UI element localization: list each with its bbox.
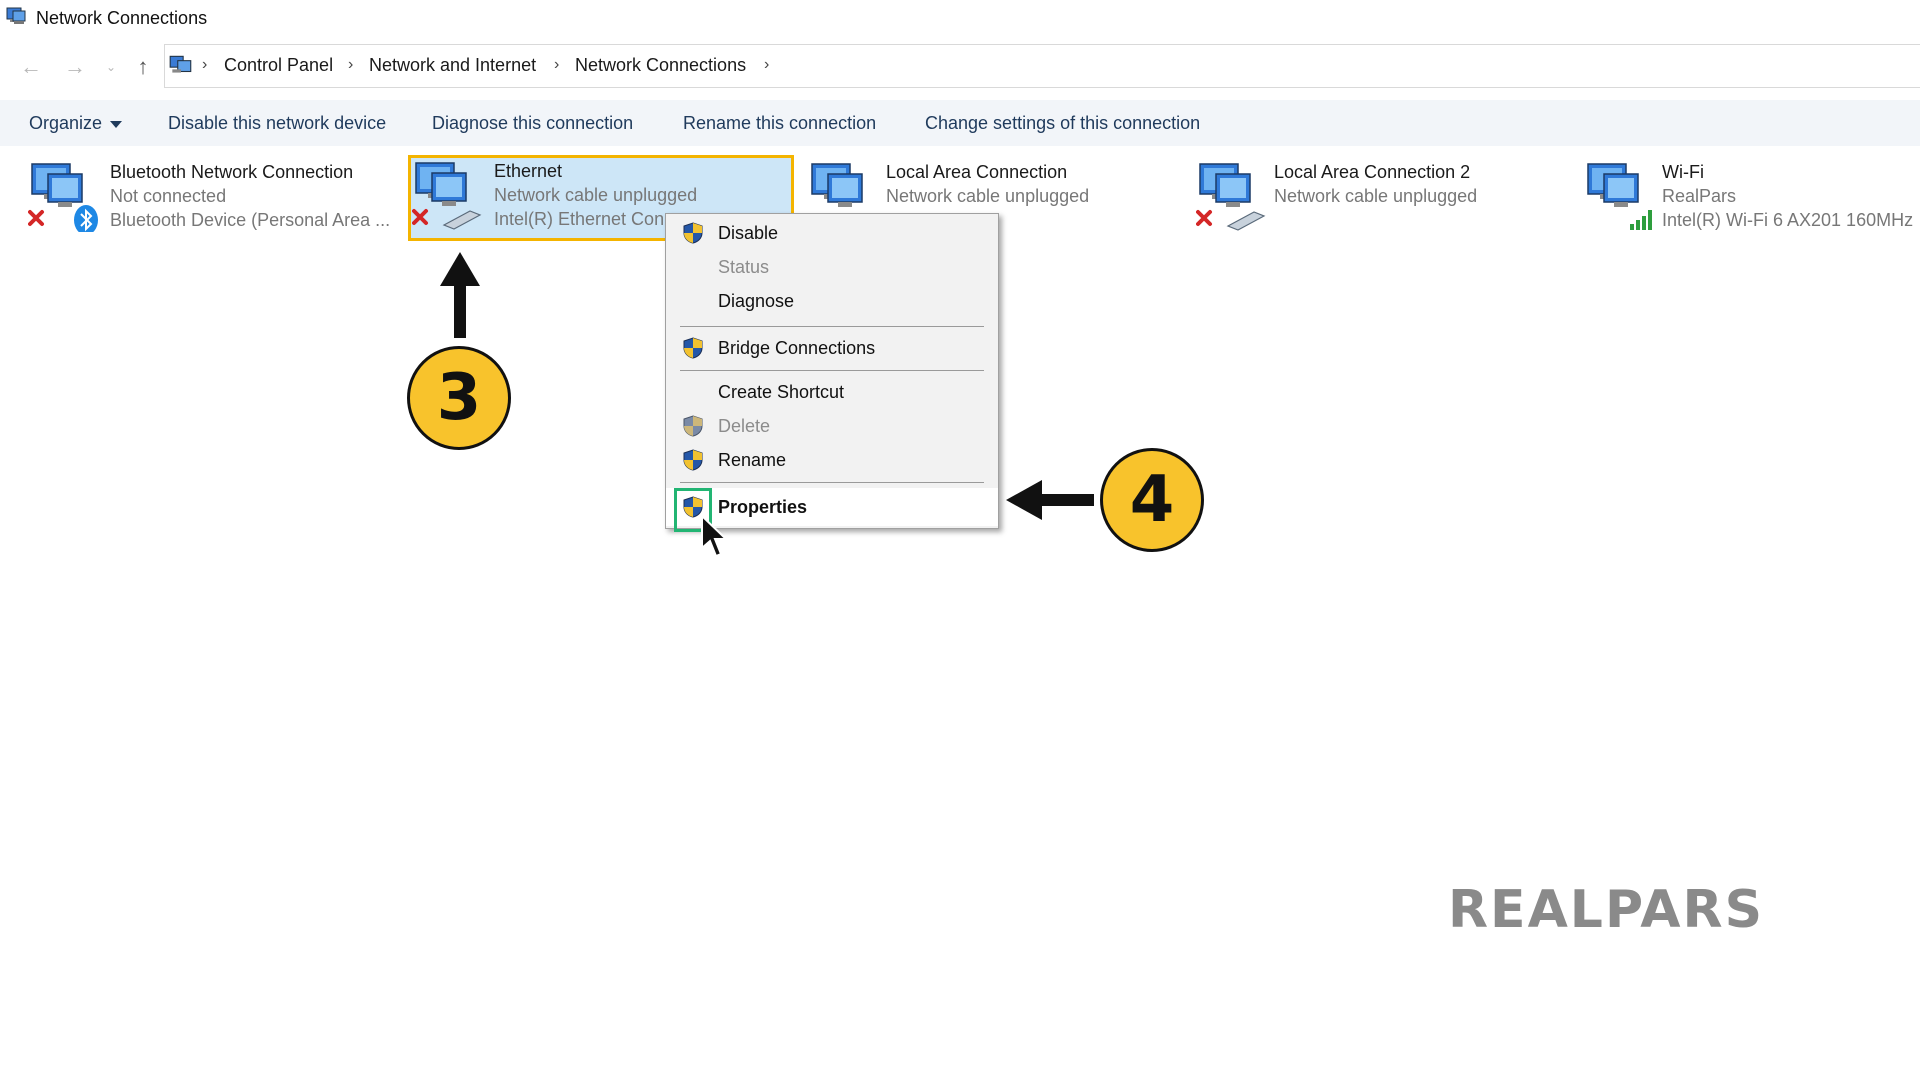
connection-status: RealPars bbox=[1662, 186, 1737, 206]
menu-item-label: Disable bbox=[718, 223, 779, 243]
breadcrumb-chevron-icon[interactable]: › bbox=[554, 56, 559, 74]
context-menu: Disable Status Diagnose Bridge Connectio… bbox=[665, 213, 999, 532]
menu-item-rename[interactable]: Rename bbox=[666, 444, 998, 476]
back-arrow-icon[interactable]: ← bbox=[18, 54, 44, 80]
menu-separator bbox=[680, 370, 984, 371]
address-row: ← → ⌄ ↑ › Control Panel › Network and In… bbox=[0, 44, 1920, 90]
connection-name: Ethernet bbox=[494, 161, 563, 181]
connection-name: Wi-Fi bbox=[1662, 162, 1704, 182]
menu-item-label: Status bbox=[718, 257, 770, 277]
disable-device-button[interactable]: Disable this network device bbox=[168, 113, 386, 134]
connection-status: Network cable unplugged bbox=[886, 186, 1090, 206]
menu-item-label: Properties bbox=[718, 497, 808, 517]
recent-locations-chevron-icon[interactable]: ⌄ bbox=[98, 54, 124, 80]
menu-item-label: Bridge Connections bbox=[718, 338, 876, 358]
lan-network-icon bbox=[1196, 163, 1266, 231]
connection-status: Network cable unplugged bbox=[1274, 186, 1478, 206]
menu-item-diagnose[interactable]: Diagnose bbox=[666, 285, 998, 317]
connection-item-local-area-2[interactable]: Local Area Connection 2 Network cable un… bbox=[1192, 156, 1562, 242]
mouse-cursor-icon bbox=[701, 514, 729, 558]
organize-button[interactable]: Organize bbox=[29, 113, 123, 134]
dropdown-caret-icon bbox=[110, 120, 123, 128]
menu-item-bridge-connections[interactable]: Bridge Connections bbox=[666, 332, 998, 364]
breadcrumb-control-panel[interactable]: Control Panel bbox=[224, 55, 333, 76]
connection-name: Local Area Connection bbox=[886, 162, 1068, 182]
up-arrow-icon[interactable]: ↑ bbox=[130, 54, 156, 80]
uac-shield-icon bbox=[683, 222, 703, 244]
breadcrumb-chevron-icon[interactable]: › bbox=[764, 56, 769, 74]
uac-shield-icon bbox=[683, 449, 703, 471]
connection-status: Not connected bbox=[110, 186, 227, 206]
ethernet-network-icon bbox=[412, 162, 482, 230]
connection-device: Intel(R) Ethernet Con bbox=[494, 209, 665, 229]
uac-shield-icon bbox=[683, 337, 703, 359]
breadcrumb-network-and-internet[interactable]: Network and Internet bbox=[369, 55, 536, 76]
realpars-watermark: REALPARS bbox=[1448, 880, 1765, 940]
bluetooth-network-icon bbox=[28, 163, 98, 232]
window-title: Network Connections bbox=[36, 8, 208, 28]
menu-separator bbox=[680, 482, 984, 483]
connection-name: Bluetooth Network Connection bbox=[110, 162, 354, 182]
change-settings-button[interactable]: Change settings of this connection bbox=[925, 113, 1200, 134]
menu-item-disable[interactable]: Disable bbox=[666, 217, 998, 249]
connection-device: Intel(R) Wi-Fi 6 AX201 160MHz bbox=[1662, 210, 1914, 230]
organize-label: Organize bbox=[29, 113, 103, 133]
step-4-badge: 4 bbox=[1100, 448, 1204, 552]
menu-separator bbox=[680, 326, 984, 327]
menu-item-status[interactable]: Status bbox=[666, 251, 998, 283]
connection-item-bluetooth[interactable]: Bluetooth Network Connection Not connect… bbox=[24, 156, 394, 242]
title-bar: Network Connections bbox=[0, 0, 1920, 40]
command-bar: Organize Disable this network device Dia… bbox=[0, 100, 1920, 146]
breadcrumb-network-connections[interactable]: Network Connections bbox=[575, 55, 746, 76]
connection-device: Bluetooth Device (Personal Area ... bbox=[110, 210, 391, 230]
uac-shield-icon bbox=[683, 415, 703, 437]
step-3-badge: 3 bbox=[407, 346, 511, 450]
menu-item-create-shortcut[interactable]: Create Shortcut bbox=[666, 376, 998, 408]
connection-status: Network cable unplugged bbox=[494, 185, 698, 205]
rename-connection-button[interactable]: Rename this connection bbox=[683, 113, 876, 134]
connection-item-wifi[interactable]: Wi-Fi RealPars Intel(R) Wi-Fi 6 AX201 16… bbox=[1580, 156, 1920, 242]
wifi-network-icon bbox=[1587, 163, 1652, 230]
menu-item-delete[interactable]: Delete bbox=[666, 410, 998, 442]
forward-arrow-icon[interactable]: → bbox=[62, 54, 88, 80]
menu-item-label: Delete bbox=[718, 416, 771, 436]
left-arrow-annotation-icon bbox=[1006, 480, 1094, 520]
connection-name: Local Area Connection 2 bbox=[1274, 162, 1471, 182]
control-panel-icon bbox=[169, 55, 192, 73]
up-arrow-annotation-icon bbox=[440, 252, 480, 338]
diagnose-connection-button[interactable]: Diagnose this connection bbox=[432, 113, 633, 134]
breadcrumb-chevron-icon[interactable]: › bbox=[348, 56, 353, 74]
breadcrumb-chevron-icon: › bbox=[202, 56, 208, 73]
network-connections-app-icon bbox=[6, 7, 26, 24]
menu-item-label: Create Shortcut bbox=[718, 382, 845, 402]
menu-item-label: Diagnose bbox=[718, 291, 795, 311]
menu-item-label: Rename bbox=[718, 450, 787, 470]
